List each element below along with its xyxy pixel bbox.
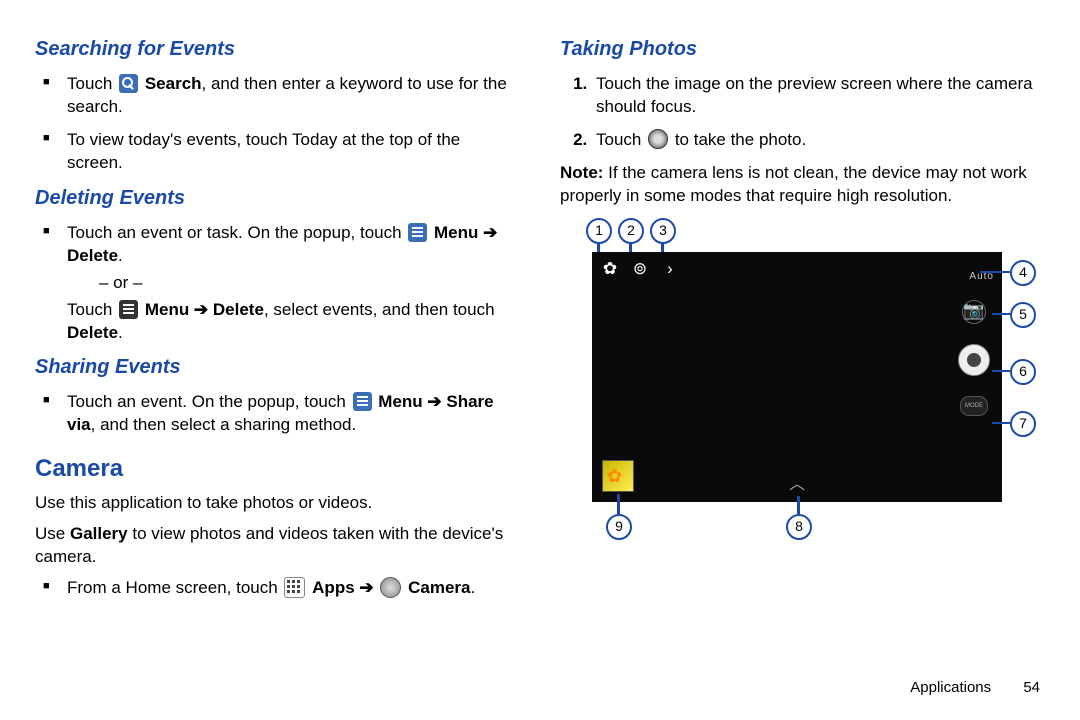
expand-chevron-icon: ︿	[789, 474, 805, 496]
callout-7: 7	[1010, 411, 1036, 437]
callout-6: 6	[1010, 359, 1036, 385]
heading-camera: Camera	[35, 453, 520, 485]
menu-arrow-label: Menu ➔	[378, 392, 446, 411]
settings-gear-icon: ✿	[600, 260, 620, 280]
manual-page: Searching for Events Touch Search, and t…	[0, 0, 1080, 629]
step-1: Touch the image on the preview screen wh…	[592, 73, 1045, 119]
text: Touch	[67, 300, 117, 319]
delete-label-2: Delete	[67, 323, 118, 342]
gallery-label: Gallery	[70, 524, 128, 543]
heading-sharing-events: Sharing Events	[35, 354, 520, 381]
text: .	[118, 246, 123, 265]
callout-2: 2	[618, 218, 644, 244]
shutter-button	[958, 344, 990, 376]
bullet-camera-launch: From a Home screen, touch Apps ➔ Camera.	[67, 577, 520, 600]
bullet-delete-1: Touch an event or task. On the popup, to…	[67, 222, 520, 345]
menu-label: Menu	[434, 223, 478, 242]
right-column: Taking Photos Touch the image on the pre…	[560, 30, 1045, 609]
left-column: Searching for Events Touch Search, and t…	[35, 30, 520, 609]
callout-line	[992, 313, 1010, 316]
callout-5: 5	[1010, 302, 1036, 328]
callout-line	[617, 494, 620, 514]
bullet-share-1: Touch an event. On the popup, touch Menu…	[67, 391, 520, 437]
note-text: If the camera lens is not clean, the dev…	[560, 163, 1027, 205]
camera-right-controls: 📷 MODE	[958, 300, 990, 416]
or-divider: – or –	[99, 272, 520, 295]
camera-diagram: 1 2 3 ✿ ⊚ › Auto 📷 MODE ︿	[560, 218, 1020, 548]
apps-label: Apps ➔	[312, 578, 378, 597]
camera-label: Camera	[408, 578, 470, 597]
note: Note: If the camera lens is not clean, t…	[560, 162, 1045, 208]
step-2: Touch to take the photo.	[592, 129, 1045, 152]
heading-taking-photos: Taking Photos	[560, 36, 1045, 63]
shutter-inner-icon	[967, 353, 981, 367]
text: Use	[35, 524, 70, 543]
callout-4: 4	[1010, 260, 1036, 286]
callout-3: 3	[650, 218, 676, 244]
footer-page-number: 54	[1023, 679, 1040, 696]
camera-app-icon	[380, 577, 401, 598]
callout-line	[797, 496, 800, 514]
mode-button: MODE	[960, 396, 988, 416]
shutter-icon	[648, 129, 668, 149]
text: Touch	[596, 130, 646, 149]
effects-icon: ⊚	[630, 260, 650, 280]
text: Touch	[67, 74, 117, 93]
text: to take the photo.	[675, 130, 806, 149]
search-icon	[119, 74, 138, 93]
delete-alt: Touch Menu ➔ Delete, select events, and …	[67, 299, 520, 345]
menu-delete-label: Menu ➔ Delete	[145, 300, 264, 319]
camera-preview: ✿ ⊚ › Auto 📷 MODE ︿	[592, 252, 1002, 502]
bullet-search-2: To view today's events, touch Today at t…	[67, 129, 520, 175]
callout-line	[992, 422, 1010, 425]
menu-dark-icon	[119, 300, 138, 319]
menu-icon	[408, 223, 427, 242]
apps-grid-icon	[284, 577, 305, 598]
heading-deleting-events: Deleting Events	[35, 185, 520, 212]
footer-section: Applications	[910, 679, 991, 696]
more-chevron-icon: ›	[660, 260, 680, 280]
camera-p1: Use this application to take photos or v…	[35, 492, 520, 515]
camera-p2: Use Gallery to view photos and videos ta…	[35, 523, 520, 569]
page-footer: Applications 54	[910, 678, 1040, 698]
text: Touch an event or task. On the popup, to…	[67, 223, 406, 242]
text: .	[470, 578, 475, 597]
menu-icon	[353, 392, 372, 411]
note-label: Note:	[560, 163, 608, 182]
switch-camera-icon: 📷	[962, 300, 986, 324]
camera-top-left-icons: ✿ ⊚ ›	[600, 260, 680, 280]
text: , and then select a sharing method.	[91, 415, 357, 434]
text: , select events, and then touch	[264, 300, 495, 319]
text: Touch an event. On the popup, touch	[67, 392, 351, 411]
gallery-thumbnail	[602, 460, 634, 492]
bullet-search-1: Touch Search, and then enter a keyword t…	[67, 73, 520, 119]
search-label: Search	[145, 74, 202, 93]
arrow: ➔	[483, 223, 497, 242]
callout-1: 1	[586, 218, 612, 244]
text: From a Home screen, touch	[67, 578, 282, 597]
callout-line	[980, 271, 1010, 274]
callout-9: 9	[606, 514, 632, 540]
callout-8: 8	[786, 514, 812, 540]
callout-line	[992, 370, 1010, 373]
heading-searching-events: Searching for Events	[35, 36, 520, 63]
delete-label: Delete	[67, 246, 118, 265]
text: .	[118, 323, 123, 342]
